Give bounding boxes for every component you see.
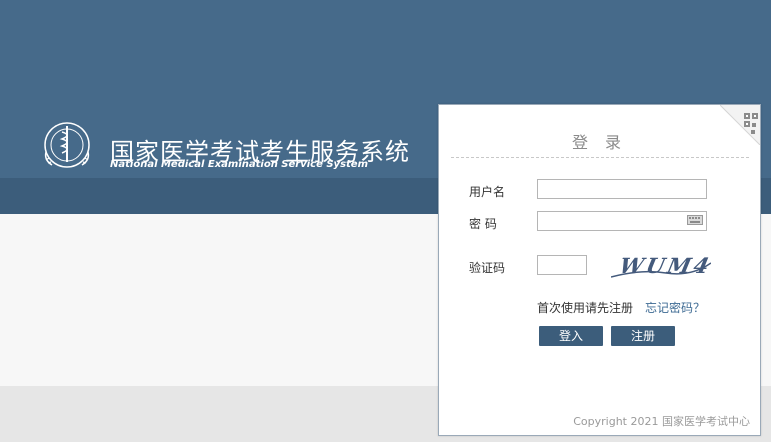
- username-input[interactable]: [537, 179, 707, 199]
- login-button[interactable]: 登入: [539, 326, 603, 346]
- password-input[interactable]: [537, 211, 707, 231]
- first-use-hint: 首次使用请先注册: [537, 301, 634, 315]
- copyright: Copyright 2021 国家医学考试中心: [573, 415, 750, 428]
- title-divider: [451, 157, 749, 158]
- soft-keyboard-icon[interactable]: [687, 215, 703, 225]
- username-label: 用户名: [469, 185, 506, 199]
- system-title-en: National Medical Examination Service Sys…: [110, 159, 369, 170]
- password-field: [537, 211, 707, 231]
- login-title: 登 录: [571, 133, 628, 152]
- captcha-label: 验证码: [469, 261, 506, 275]
- login-panel: 登 录 用户名 密 码 验证码 WUM4 首次使用请先注册 忘记密码？ 登入 注册…: [438, 104, 761, 436]
- register-button[interactable]: 注册: [611, 326, 675, 346]
- login-links: 首次使用请先注册 忘记密码？: [537, 299, 705, 316]
- password-label: 密 码: [469, 217, 497, 231]
- captcha-input[interactable]: [537, 255, 587, 275]
- captcha-image[interactable]: WUM4: [611, 251, 711, 285]
- forgot-password-link[interactable]: 忘记密码？: [645, 301, 705, 315]
- captcha-text: WUM4: [617, 254, 711, 279]
- medical-emblem-icon: [44, 122, 90, 168]
